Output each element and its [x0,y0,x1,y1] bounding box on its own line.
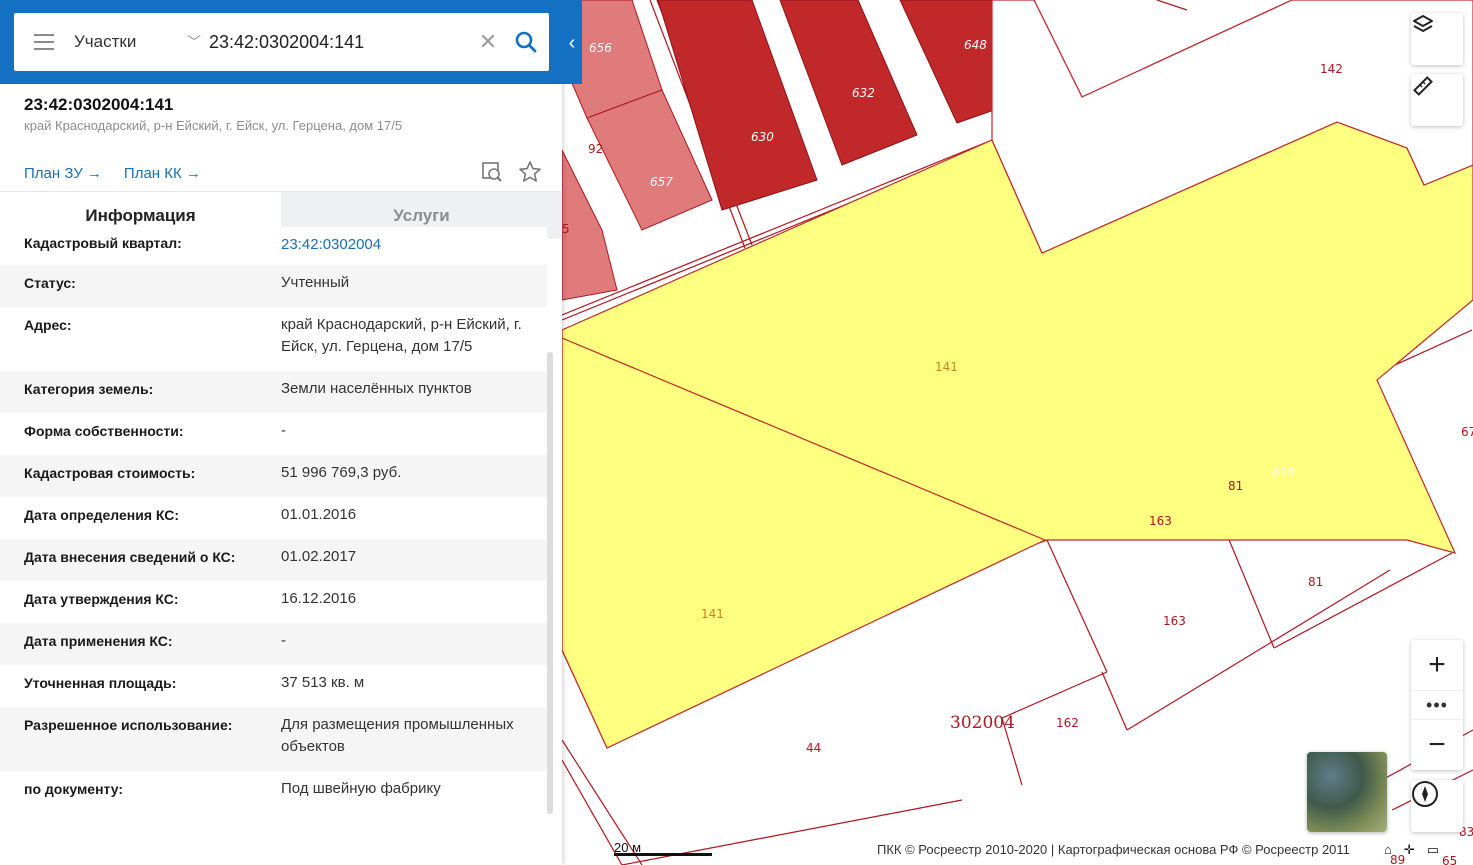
object-title: 23:42:0302004:141 [24,95,174,114]
menu-icon[interactable] [14,34,74,50]
info-key: Адрес: [24,317,72,333]
plot-label: 163 [1163,614,1186,628]
search-icon [515,31,537,53]
compass-button[interactable] [1411,780,1463,832]
crosshair-icon[interactable]: ✛ [1404,842,1415,858]
zoom-to-object-icon[interactable] [480,160,504,184]
plot-label: 141 [935,360,958,374]
info-key: Дата внесения сведений о КС: [24,549,236,565]
info-key: Статус: [24,275,76,291]
info-value: - [281,422,286,439]
collapse-panel-icon[interactable]: ‹ [562,30,582,56]
info-row: Дата применения КС: - [0,623,547,665]
home-icon[interactable]: ⌂ [1384,842,1392,858]
plan-zu-link[interactable]: План ЗУ → [24,165,102,182]
info-row: Кадастровый квартал: 23:42:0302004 [0,227,547,265]
info-key: Категория земель: [24,381,154,397]
info-row: Дата внесения сведений о КС: 01.02.2017 [0,539,547,581]
star-icon[interactable] [518,160,542,184]
plot-label: 657 [650,175,673,189]
search-box: Участки ﹀ ✕ [14,13,549,71]
info-value: 51 996 769,3 руб. [281,464,402,481]
plot-label: 648 [964,38,987,52]
info-key: Форма собственности: [24,423,184,439]
layers-button[interactable] [1411,13,1463,65]
plan-links: План ЗУ → План КК → [24,165,201,182]
info-key: по документу: [24,781,124,797]
info-row: Кадастровая стоимость: 51 996 769,3 руб. [0,455,547,497]
plot-label: 67 [1461,425,1473,439]
info-row: Форма собственности: - [0,413,547,455]
info-row: Уточненная площадь: 37 513 кв. м [0,665,547,707]
info-row: Категория земель: Земли населённых пункт… [0,371,547,413]
info-key: Дата применения КС: [24,633,173,649]
info-value: Учтенный [281,274,350,291]
plot-label: 92 [588,142,603,156]
info-key: Дата утверждения КС: [24,591,179,607]
plot-label: 44 [806,741,821,755]
info-key: Кадастровая стоимость: [24,465,196,481]
plot-label: 141 [701,607,724,621]
object-address: край Краснодарский, р-н Ейский, г. Ейск,… [24,118,403,133]
info-row: Дата утверждения КС: 16.12.2016 [0,581,547,623]
info-row: Адрес: край Краснодарский, р-н Ейский, г… [0,307,547,371]
info-key: Уточненная площадь: [24,675,177,691]
map-layer[interactable]: 656 92 657 630 632 648 142 141 141 614 8… [562,0,1473,865]
plot-label: 81 [1308,575,1323,589]
quarter-label: 302004 [950,713,1015,733]
info-key: Разрешенное использование: [24,717,233,733]
plot-label: 162 [1056,716,1079,730]
info-panel: Участки ﹀ ✕ ‹ 23:42:0302004:141 край Кра… [0,0,582,865]
ruler-icon [1413,76,1433,96]
search-bar: Участки ﹀ ✕ ‹ [0,0,582,84]
plot-label: 81 [1228,479,1243,493]
map-canvas[interactable]: 656 92 657 630 632 648 142 141 141 614 8… [562,0,1473,865]
clear-icon[interactable]: ✕ [473,29,503,55]
plot-label: 5 [562,222,570,236]
fullscreen-icon[interactable]: ▭ [1427,842,1439,858]
quarter-link[interactable]: 23:42:0302004 [281,227,547,265]
scale-bar [614,853,712,856]
measure-button[interactable] [1411,74,1463,126]
plot-label: 632 [852,86,875,100]
map-footer-icons: ⌂ ✛ ▭ [1384,842,1439,858]
more-options-button[interactable]: ••• [1411,690,1463,720]
info-value: край Краснодарский, р-н Ейский, г. Ейск,… [281,316,522,355]
info-list: Кадастровый квартал: 23:42:0302004 Стату… [0,227,547,865]
info-value: 01.02.2017 [281,548,357,565]
info-value: Под швейную фабрику [281,780,441,797]
zoom-out-button[interactable]: − [1411,720,1463,770]
zoom-in-button[interactable]: + [1411,640,1463,690]
minimap-satellite[interactable] [1307,752,1387,832]
layers-icon [1413,15,1433,32]
zoom-control: + ••• − [1411,640,1463,770]
info-value: Для размещения промышленных объектов [281,716,514,755]
plan-kk-link[interactable]: План КК → [124,165,201,182]
info-value: 01.01.2016 [281,506,357,523]
info-value: - [281,632,286,649]
plot-label: 65 [1442,854,1457,865]
plot-label: 656 [589,41,612,55]
info-row: Разрешенное использование: Для размещени… [0,707,547,771]
info-key: Дата определения КС: [24,507,180,523]
panel-actions [480,160,542,184]
layer-select[interactable]: Участки [74,32,179,52]
info-key: Кадастровый квартал: [24,235,182,251]
plot-label: 614 [1272,465,1295,479]
info-row: Дата определения КС: 01.01.2016 [0,497,547,539]
search-button[interactable] [503,31,549,53]
copyright-text: ПКК © Росреестр 2010-2020 | Картографиче… [874,842,1353,857]
info-value: 37 513 кв. м [281,674,365,691]
info-row: по документу: Под швейную фабрику [0,771,547,817]
info-value: 16.12.2016 [281,590,357,607]
compass-icon [1412,781,1438,807]
plot-label: 163 [1149,514,1172,528]
search-input[interactable] [209,22,473,62]
scrollbar[interactable] [547,352,553,814]
info-row: Статус: Учтенный [0,265,547,307]
plot-label: 630 [751,130,774,144]
chevron-down-icon[interactable]: ﹀ [179,32,209,52]
info-value: Земли населённых пунктов [281,380,472,397]
plot-label: 142 [1320,62,1343,76]
